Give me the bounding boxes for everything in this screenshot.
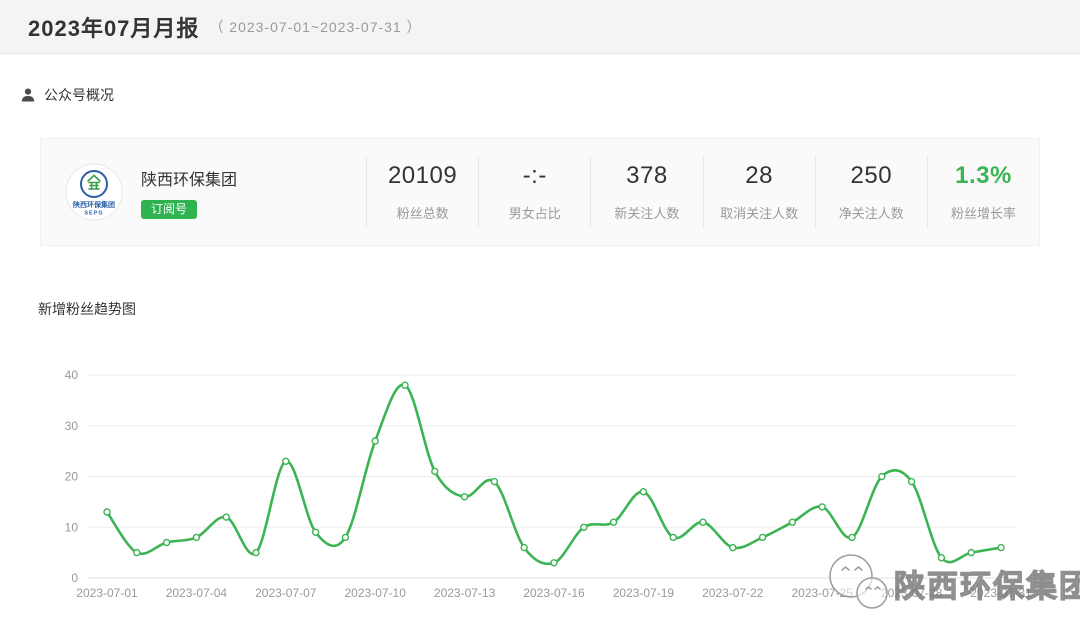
svg-text:2023-07-28: 2023-07-28 [881,586,943,600]
stat-value: 250 [816,162,927,190]
stat-value: 28 [704,162,815,190]
svg-text:2023-07-19: 2023-07-19 [613,586,675,600]
monthly-report-page: 2023年07月月报 （ 2023-07-01~2023-07-31 ） 公众号… [0,0,1080,630]
user-icon [20,87,36,103]
svg-text:2023-07-25: 2023-07-25 [792,586,854,600]
stat-label: 净关注人数 [816,203,927,222]
svg-text:0: 0 [71,571,78,585]
stat-label: 男女占比 [479,203,590,222]
stat-total-fans: 20109 粉丝总数 [366,156,478,228]
stat-label: 粉丝增长率 [928,203,1039,222]
stat-growth-rate: 1.3% 粉丝增长率 [927,156,1039,228]
stat-value: -:- [479,162,590,190]
svg-text:2023-07-07: 2023-07-07 [255,586,317,600]
stat-new-followers: 378 新关注人数 [590,156,702,228]
line-chart-svg: 0 10 20 30 40 2023-07-01 2023-07-04 2023-07-07 2… [0,350,1080,620]
account-logo: 陕西环保集团 SEPG [65,163,123,221]
section-title: 公众号概况 [44,85,114,105]
stat-value: 1.3% [928,162,1039,190]
svg-text:陕西环保集团: 陕西环保集团 [73,200,115,209]
section-overview-head: 公众号概况 [20,85,114,105]
page-title: 2023年07月月报 [28,11,199,43]
account-overview-card: 陕西环保集团 SEPG 陕西环保集团 订阅号 20109 粉丝总数 -:- 男女… [40,138,1040,246]
report-date-range: （ 2023-07-01~2023-07-31 ） [209,17,421,37]
svg-text:30: 30 [65,419,79,433]
chart-title: 新增粉丝趋势图 [38,299,136,319]
stat-unfollowers: 28 取消关注人数 [703,156,815,228]
svg-text:2023-07-10: 2023-07-10 [345,586,407,600]
stat-value: 378 [591,162,702,190]
stat-gender-ratio: -:- 男女占比 [478,156,590,228]
stat-value: 20109 [367,162,478,190]
svg-text:2023-07-01: 2023-07-01 [76,586,138,600]
svg-text:2023-07-31: 2023-07-31 [970,586,1032,600]
account-type-badge: 订阅号 [141,200,197,219]
stat-label: 粉丝总数 [367,203,478,222]
svg-text:20: 20 [65,470,79,484]
stat-net-followers: 250 净关注人数 [815,156,927,228]
svg-text:2023-07-13: 2023-07-13 [434,586,496,600]
svg-text:2023-07-22: 2023-07-22 [702,586,764,600]
account-name: 陕西环保集团 [141,166,237,190]
stat-label: 新关注人数 [591,203,702,222]
svg-text:10: 10 [65,520,79,534]
svg-text:2023-07-16: 2023-07-16 [523,586,585,600]
svg-text:SEPG: SEPG [84,211,103,217]
stat-label: 取消关注人数 [704,203,815,222]
account-info: 陕西环保集团 SEPG 陕西环保集团 订阅号 [41,163,366,221]
report-header: 2023年07月月报 （ 2023-07-01~2023-07-31 ） [0,0,1080,54]
svg-text:40: 40 [65,368,79,382]
fans-trend-chart[interactable]: 0 10 20 30 40 2023-07-01 2023-07-04 2023-07-07 2… [0,350,1080,620]
svg-text:2023-07-04: 2023-07-04 [166,586,228,600]
account-meta: 陕西环保集团 订阅号 [141,166,237,219]
